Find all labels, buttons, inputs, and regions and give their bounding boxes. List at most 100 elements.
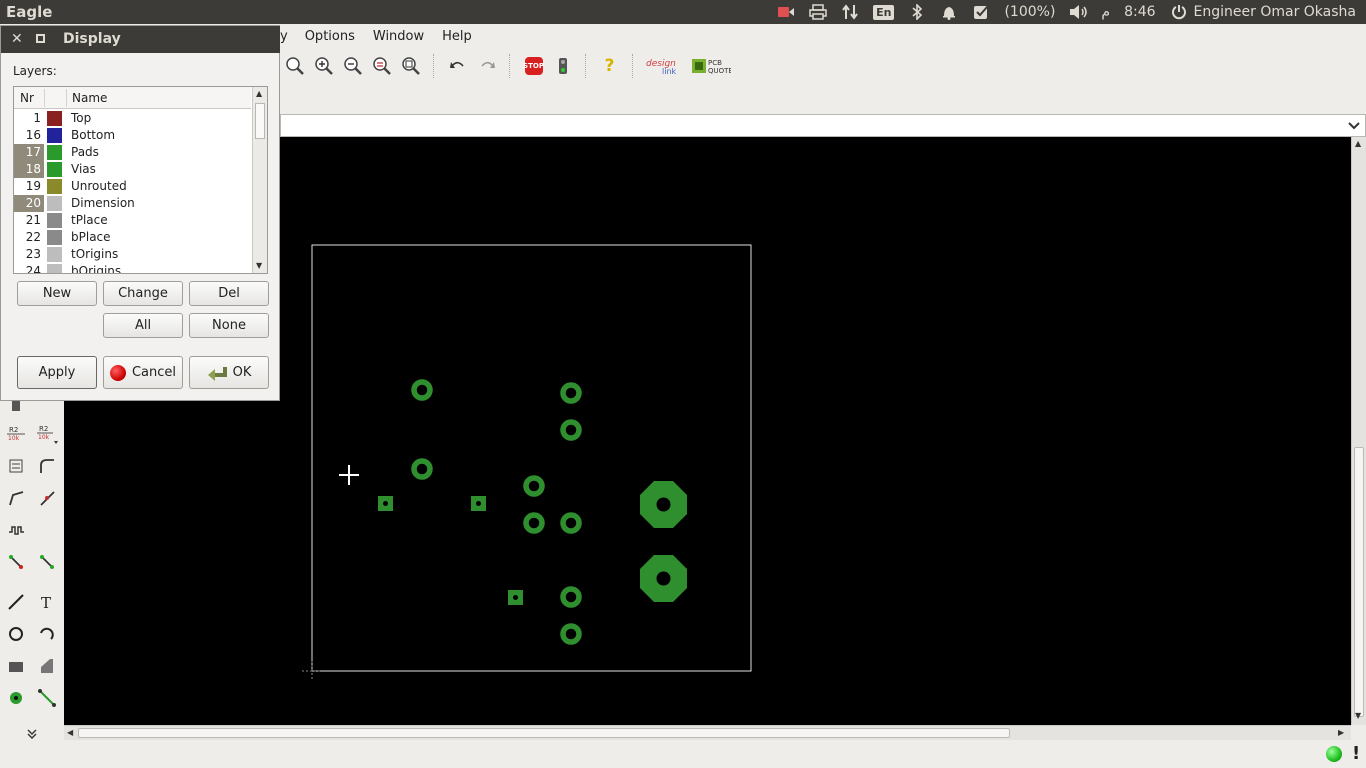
all-button-label: All (134, 318, 152, 333)
column-header-name[interactable]: Name (72, 91, 107, 105)
printer-icon[interactable] (809, 4, 827, 20)
user-name[interactable]: Engineer Omar Okasha (1194, 4, 1356, 20)
design-link-icon[interactable]: design link (644, 53, 688, 79)
ripup-icon[interactable] (4, 550, 28, 574)
stop-icon[interactable]: STOP (521, 53, 547, 79)
round-pads (411, 379, 582, 645)
menu-item-view-partial[interactable]: y (280, 29, 296, 44)
layer-row[interactable]: 20 Dimension (14, 195, 251, 212)
scroll-down-icon[interactable]: ▼ (1355, 711, 1361, 720)
layer-number: 22 (25, 230, 41, 244)
menu-item-help[interactable]: Help (433, 29, 481, 44)
menu-item-window[interactable]: Window (364, 29, 433, 44)
menu-item-options[interactable]: Options (296, 29, 364, 44)
close-icon[interactable]: ✕ (11, 31, 23, 47)
via-icon[interactable] (4, 686, 28, 710)
camera-icon[interactable] (777, 4, 795, 20)
new-button[interactable]: New (17, 281, 97, 306)
scroll-up-icon[interactable]: ▲ (256, 89, 262, 98)
polygon-icon[interactable] (35, 654, 59, 678)
volume-icon[interactable] (1069, 4, 1088, 20)
miter-icon[interactable] (35, 454, 59, 478)
minimize-icon[interactable] (36, 34, 45, 43)
signal-icon[interactable] (35, 686, 59, 710)
bluetooth-icon[interactable] (908, 4, 926, 20)
help-icon[interactable]: ? (597, 53, 623, 79)
layer-row[interactable]: 23 tOrigins (14, 246, 251, 263)
display-dialog: ✕ Display Layers: Nr Name 1 Top 16 Bottom 17… (0, 25, 280, 401)
pad (523, 475, 545, 497)
ok-arrow-icon (207, 365, 229, 381)
layer-row[interactable]: 17 Pads (14, 144, 251, 161)
del-button[interactable]: Del (189, 281, 269, 306)
layer-list-scrollbar[interactable]: ▲ ▼ (252, 87, 267, 273)
command-line-input[interactable] (280, 114, 1366, 137)
value-icon[interactable]: R2 10k (35, 422, 59, 446)
layer-row[interactable]: 16 Bottom (14, 127, 251, 144)
layer-list[interactable]: Nr Name 1 Top 16 Bottom 17 Pads 18 Vias 19 Unrout… (13, 86, 268, 274)
split-icon[interactable] (4, 486, 28, 510)
route-icon[interactable] (35, 486, 59, 510)
meander-icon[interactable] (4, 518, 28, 542)
layer-row[interactable]: 19 Unrouted (14, 178, 251, 195)
layer-row[interactable]: 21 tPlace (14, 212, 251, 229)
dialog-titlebar[interactable]: ✕ Display (1, 26, 280, 53)
undo-icon[interactable] (445, 53, 471, 79)
ok-button-label: OK (232, 365, 252, 380)
status-indicator[interactable]: ! (1352, 743, 1360, 764)
pad (560, 586, 582, 608)
toolbar-separator (632, 54, 634, 78)
pcb-quote-icon[interactable]: PCB QUOTE (691, 53, 731, 79)
layer-list-scroll-thumb[interactable] (255, 103, 265, 139)
scroll-down-icon[interactable]: ▼ (256, 261, 262, 270)
layer-color-swatch (47, 264, 62, 273)
scroll-left-icon[interactable]: ◀ (67, 728, 73, 737)
layer-number: 19 (25, 179, 41, 193)
smash-icon[interactable] (4, 454, 28, 478)
none-button[interactable]: None (189, 313, 269, 338)
power-icon[interactable] (1170, 4, 1188, 20)
column-header-nr[interactable]: Nr (20, 91, 34, 105)
change-button[interactable]: Change (103, 281, 183, 306)
go-icon[interactable] (550, 53, 576, 79)
text-icon[interactable]: T (35, 590, 59, 614)
scroll-up-icon[interactable]: ▲ (1355, 139, 1361, 148)
toolbar-separator (509, 54, 511, 78)
cancel-button[interactable]: Cancel (103, 356, 183, 389)
pad (523, 512, 545, 534)
pad (411, 458, 433, 480)
rect-icon[interactable] (4, 654, 28, 678)
name-icon[interactable]: R2 10k (4, 422, 28, 446)
redo-icon[interactable] (474, 53, 500, 79)
horizontal-scrollbar[interactable]: ◀ ▶ (64, 725, 1351, 740)
chevron-down-icon[interactable] (1345, 117, 1363, 134)
arc-icon[interactable] (35, 622, 59, 646)
circle-icon[interactable] (4, 622, 28, 646)
layer-row[interactable]: 18 Vias (14, 161, 251, 178)
ok-button[interactable]: OK (189, 356, 269, 389)
layer-row[interactable]: 24 bOrigins (14, 263, 251, 273)
layer-row[interactable]: 1 Top (14, 110, 251, 127)
layer-number: 1 (33, 111, 41, 125)
vertical-scroll-thumb[interactable] (1354, 447, 1364, 717)
layer-row[interactable]: 22 bPlace (14, 229, 251, 246)
keyboard-icon[interactable]: En (873, 4, 895, 20)
apply-button[interactable]: Apply (17, 356, 97, 389)
bell-icon[interactable] (940, 4, 958, 20)
clock[interactable]: 8:46 (1124, 4, 1155, 20)
new-button-label: New (42, 286, 72, 301)
layer-color-swatch (47, 162, 62, 177)
network-icon[interactable] (841, 4, 859, 20)
scroll-right-icon[interactable]: ▶ (1338, 728, 1344, 737)
vertical-scrollbar[interactable]: ▲ ▼ (1351, 137, 1366, 725)
horizontal-scroll-thumb[interactable] (78, 728, 1010, 738)
all-button[interactable]: All (103, 313, 183, 338)
zoom-select-icon[interactable] (398, 53, 424, 79)
optimize-icon[interactable] (35, 550, 59, 574)
zoom-fit-icon[interactable] (282, 53, 308, 79)
zoom-in-icon[interactable] (311, 53, 337, 79)
wire-icon[interactable] (4, 590, 28, 614)
zoom-redraw-icon[interactable] (369, 53, 395, 79)
zoom-out-icon[interactable] (340, 53, 366, 79)
checkbox-icon[interactable] (972, 4, 990, 20)
